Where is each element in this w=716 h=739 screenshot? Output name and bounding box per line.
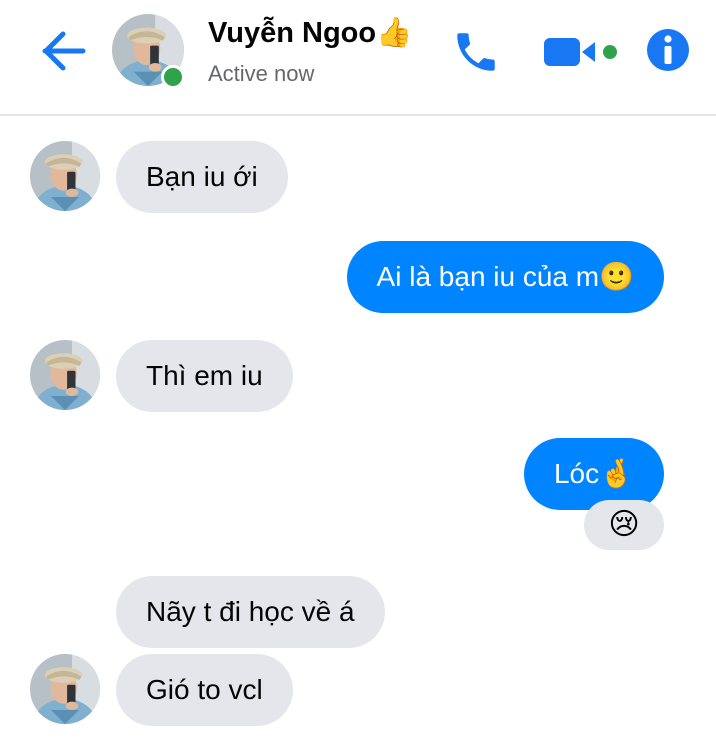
message-text: Nãy t đi học về á xyxy=(146,596,355,627)
video-camera-icon xyxy=(544,38,617,66)
message-text: Thì em iu xyxy=(146,360,263,391)
online-indicator xyxy=(161,65,185,89)
outgoing-message-bubble[interactable]: Ai là bạn iu của m🙂 xyxy=(346,241,664,313)
active-status: Active now xyxy=(208,61,315,86)
contact-name[interactable]: Vuyễn Ngoo👍 xyxy=(208,16,412,50)
conversation-header: Vuyễn Ngoo👍 Active now xyxy=(0,0,716,116)
crossed-fingers-emoji: 🤞 xyxy=(599,458,634,489)
arrow-left-icon xyxy=(42,31,86,71)
avatar-image xyxy=(30,654,100,724)
info-icon xyxy=(647,29,689,71)
contact-name-text: Vuyễn Ngoo xyxy=(208,17,377,49)
message-reaction[interactable]: 😢 xyxy=(584,500,664,550)
video-call-button[interactable] xyxy=(540,28,626,76)
message-text: Lóc xyxy=(553,458,600,489)
phone-icon xyxy=(457,33,495,71)
conversation-info-button[interactable] xyxy=(644,26,692,74)
smiley-emoji: 🙂 xyxy=(599,261,634,292)
message-text: Gió to vcl xyxy=(146,674,263,705)
incoming-message-bubble[interactable]: Nãy t đi học về á xyxy=(116,576,385,648)
incoming-message-bubble[interactable]: Thì em iu xyxy=(116,340,293,412)
avatar-image xyxy=(30,340,100,410)
back-button[interactable] xyxy=(36,26,92,76)
sender-avatar[interactable] xyxy=(30,340,100,410)
sender-avatar[interactable] xyxy=(30,141,100,211)
outgoing-message-bubble[interactable]: Lóc🤞 xyxy=(523,438,664,510)
sender-avatar[interactable] xyxy=(30,654,100,724)
message-text: Bạn iu ới xyxy=(146,161,258,192)
incoming-message-bubble[interactable]: Bạn iu ới xyxy=(116,141,288,213)
crying-face-emoji: 😢 xyxy=(608,508,640,541)
thumbs-up-emoji: 👍 xyxy=(376,17,413,49)
voice-call-button[interactable] xyxy=(448,24,504,80)
avatar-image xyxy=(30,141,100,211)
message-text: Ai là bạn iu của m xyxy=(376,261,600,292)
incoming-message-bubble[interactable]: Gió to vcl xyxy=(116,654,293,726)
